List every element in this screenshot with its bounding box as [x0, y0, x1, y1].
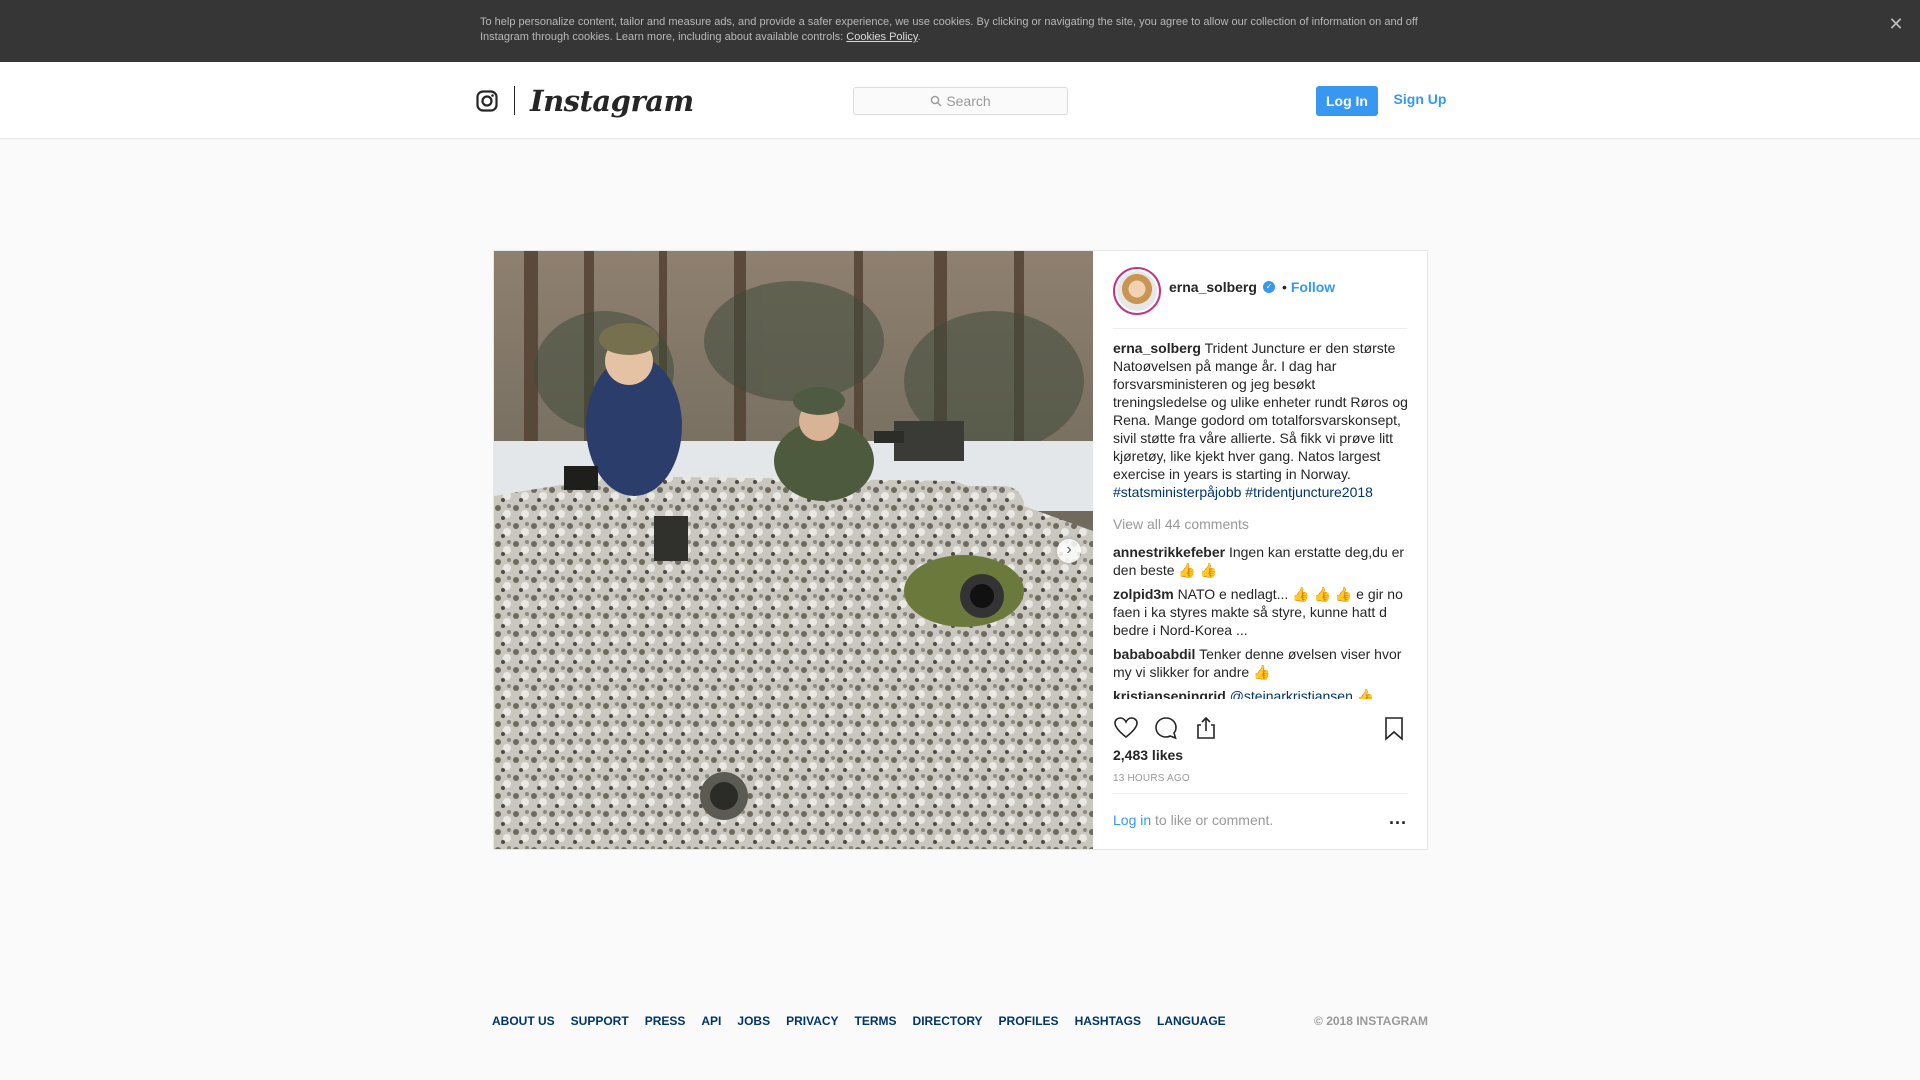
footer-link-api[interactable]: API [701, 1014, 721, 1028]
instagram-wordmark[interactable]: Instagram [530, 84, 694, 118]
post-caption: erna_solberg Trident Juncture er den stø… [1113, 339, 1409, 501]
comment-mention-link[interactable]: @steinarkristiansen [1230, 688, 1353, 699]
search-placeholder: Search [946, 93, 991, 109]
footer-link-privacy[interactable]: PRIVACY [786, 1014, 838, 1028]
footer-link-press[interactable]: PRESS [645, 1014, 686, 1028]
footer-link-hashtags[interactable]: HASHTAGS [1075, 1014, 1141, 1028]
post-card: › erna_solberg ✓ • Follow erna_solberg T… [493, 250, 1428, 850]
copyright: © 2018 INSTAGRAM [1314, 1014, 1428, 1028]
tank-photo-illustration [494, 251, 1093, 849]
comment-text: 👍 [1356, 688, 1375, 699]
follow-button[interactable]: Follow [1291, 279, 1335, 295]
avatar[interactable] [1113, 267, 1161, 315]
comment-icon[interactable] [1153, 715, 1179, 741]
logo-divider [514, 86, 515, 115]
footer-link-language[interactable]: LANGUAGE [1157, 1014, 1226, 1028]
cookies-policy-link[interactable]: Cookies Policy [846, 31, 917, 43]
footer-link-terms[interactable]: TERMS [855, 1014, 897, 1028]
owner-username[interactable]: erna_solberg [1169, 279, 1257, 295]
cookie-text: To help personalize content, tailor and … [480, 16, 1418, 43]
caption-username[interactable]: erna_solberg [1113, 340, 1201, 356]
bookmark-icon[interactable] [1381, 715, 1407, 741]
post-header: erna_solberg ✓ • Follow [1113, 265, 1407, 329]
heart-icon[interactable] [1113, 715, 1139, 741]
separator-dot: • [1281, 279, 1287, 295]
instagram-glyph-icon[interactable] [476, 90, 498, 112]
post-actions [1113, 715, 1407, 745]
caption-text: Trident Juncture er den største Natoøvel… [1113, 340, 1408, 482]
verified-badge-icon: ✓ [1262, 281, 1275, 293]
share-icon[interactable] [1193, 715, 1219, 741]
likes-count[interactable]: 2,483 likes [1113, 747, 1183, 763]
list-item: kristiansepingrid @steinarkristiansen 👍 [1113, 687, 1409, 699]
comment-bar: Log in to like or comment. ... [1113, 793, 1407, 849]
search-placeholder-wrap: Search [854, 88, 1067, 114]
post-photo[interactable]: › [494, 251, 1093, 849]
footer-nav: ABOUT US SUPPORT PRESS API JOBS PRIVACY … [492, 1014, 1226, 1028]
cookie-banner-text: To help personalize content, tailor and … [480, 15, 1440, 45]
avatar-image [1117, 271, 1157, 311]
footer-link-about-us[interactable]: ABOUT US [492, 1014, 555, 1028]
log-in-button[interactable]: Log In [1316, 86, 1378, 116]
cookie-period: . [917, 31, 921, 43]
post-timestamp: 13 HOURS AGO [1113, 773, 1190, 784]
hashtag-link[interactable]: #tridentjuncture2018 [1245, 484, 1373, 500]
more-options-icon[interactable]: ... [1389, 808, 1407, 829]
login-prompt-rest: to like or comment. [1151, 812, 1274, 828]
close-icon[interactable]: ✕ [1888, 15, 1904, 33]
search-icon [931, 95, 942, 107]
comment-username[interactable]: zolpid3m [1113, 586, 1174, 602]
comments-list[interactable]: erna_solberg Trident Juncture er den stø… [1113, 339, 1409, 699]
next-photo-arrow-icon[interactable]: › [1057, 539, 1081, 563]
footer-link-profiles[interactable]: PROFILES [999, 1014, 1059, 1028]
top-navbar: Instagram Search Log In Sign Up [0, 62, 1920, 139]
footer-link-jobs[interactable]: JOBS [737, 1014, 770, 1028]
search-input[interactable]: Search [853, 87, 1068, 115]
list-item: annestrikkefeber Ingen kan erstatte deg,… [1113, 543, 1409, 579]
comment-username[interactable]: bababoabdil [1113, 646, 1195, 662]
login-prompt: Log in to like or comment. [1113, 812, 1273, 828]
view-all-comments-link[interactable]: View all 44 comments [1113, 515, 1409, 533]
cookie-banner: To help personalize content, tailor and … [0, 0, 1920, 62]
sign-up-link[interactable]: Sign Up [1390, 86, 1450, 116]
footer-link-support[interactable]: SUPPORT [571, 1014, 629, 1028]
log-in-link[interactable]: Log in [1113, 812, 1151, 828]
post-owner-row: erna_solberg ✓ • Follow [1169, 279, 1335, 295]
footer-link-directory[interactable]: DIRECTORY [913, 1014, 983, 1028]
hashtag-link[interactable]: #statsministerpåjobb [1113, 484, 1241, 500]
comment-username[interactable]: kristiansepingrid [1113, 688, 1226, 699]
list-item: bababoabdil Tenker denne øvelsen viser h… [1113, 645, 1409, 681]
list-item: zolpid3m NATO e nedlagt... 👍 👍 👍 e gir n… [1113, 585, 1409, 639]
comment-username[interactable]: annestrikkefeber [1113, 544, 1225, 560]
post-sidebar: erna_solberg ✓ • Follow erna_solberg Tri… [1093, 251, 1427, 849]
